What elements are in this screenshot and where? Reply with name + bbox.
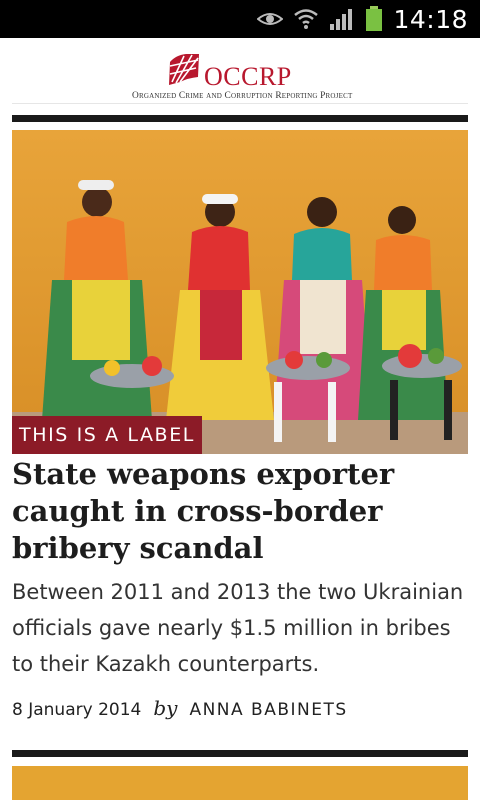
next-article-image[interactable] bbox=[12, 766, 468, 800]
header-divider bbox=[12, 103, 468, 104]
logo-subtitle: Organized Crime and Corruption Reporting… bbox=[132, 91, 353, 101]
article-author[interactable]: ANNA BABINETS bbox=[189, 700, 347, 720]
battery-icon bbox=[365, 6, 383, 32]
logo-name: OCCRP bbox=[204, 62, 292, 91]
signal-icon bbox=[329, 7, 355, 31]
article-image[interactable] bbox=[12, 130, 468, 454]
status-bar: 14:18 bbox=[0, 0, 480, 38]
site-header: OCCRP Organized Crime and Corruption Rep… bbox=[0, 38, 480, 104]
site-logo[interactable]: OCCRP Organized Crime and Corruption Rep… bbox=[130, 46, 380, 101]
article-date: 8 January 2014 bbox=[12, 700, 142, 720]
status-time: 14:18 bbox=[393, 4, 468, 34]
article-label-badge[interactable]: THIS IS A LABEL bbox=[12, 416, 202, 454]
next-article-rule bbox=[12, 750, 468, 757]
article-headline[interactable]: State weapons exporter caught in cross-b… bbox=[12, 456, 468, 567]
eye-icon bbox=[257, 9, 284, 29]
byline-by: by bbox=[153, 696, 178, 720]
status-icons: 14:18 bbox=[257, 0, 468, 38]
article-top-rule bbox=[12, 115, 468, 122]
article-meta: 8 January 2014 by ANNA BABINETS bbox=[12, 696, 348, 720]
wifi-icon bbox=[293, 6, 319, 32]
article-summary: Between 2011 and 2013 the two Ukrainian … bbox=[12, 580, 464, 676]
globe-logo-icon bbox=[166, 52, 202, 92]
